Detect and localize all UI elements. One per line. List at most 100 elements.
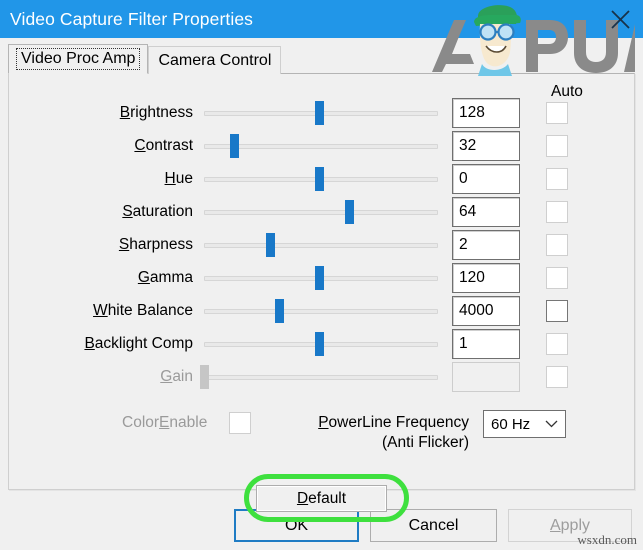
slider-row-label: Sharpness [9, 236, 204, 254]
default-button-key: D [296, 489, 309, 507]
slider-row-label-key: G [160, 367, 173, 385]
slider-track [204, 308, 438, 314]
cancel-button-label: Cancel [408, 516, 459, 534]
auto-checkbox [546, 134, 568, 157]
slider[interactable] [204, 265, 438, 291]
slider[interactable] [204, 166, 438, 192]
tab-strip: Video Proc Amp Camera Control [8, 44, 282, 74]
color-enable-powerline-row: ColorEnable PowerLine Frequency (Anti Fli… [9, 404, 636, 454]
color-enable-label-post: nable [169, 414, 208, 431]
site-watermark: wsxdn.com [577, 532, 637, 547]
value-input[interactable]: 2 [452, 229, 520, 260]
slider-thumb[interactable] [274, 298, 284, 323]
powerline-label-key: P [318, 414, 329, 431]
slider-row-label-key: C [134, 136, 146, 154]
slider-row: Brightness 128 [9, 96, 636, 129]
slider-row: Hue 0 [9, 162, 636, 195]
slider-row: Gamma 120 [9, 261, 636, 294]
color-enable-checkbox[interactable] [229, 412, 251, 434]
value-input[interactable]: 1 [452, 328, 520, 359]
auto-checkbox [546, 233, 568, 256]
tab-video-proc-amp[interactable]: Video Proc Amp [8, 44, 149, 74]
slider-row-label-key: B [119, 103, 131, 121]
color-enable-label-pre: Color [122, 414, 160, 431]
slider-row-label: Gain [9, 368, 204, 386]
slider-thumb[interactable] [230, 133, 240, 158]
value-input[interactable]: 4000 [452, 295, 520, 326]
auto-checkbox [546, 200, 568, 223]
color-enable-label-key: E [159, 414, 170, 431]
slider-row-label-key: S [118, 235, 130, 253]
slider-track [204, 242, 438, 248]
slider[interactable] [204, 100, 438, 126]
value-input[interactable]: 120 [452, 262, 520, 293]
window-title: Video Capture Filter Properties [10, 8, 254, 29]
slider-row-label-post: ontrast [145, 136, 193, 154]
slider-row-label-post: hite Balance [107, 301, 193, 319]
powerline-label-line1: owerLine Frequency [328, 414, 469, 431]
slider-thumb [200, 364, 209, 389]
slider-row-label: Contrast [9, 137, 204, 155]
value-input[interactable]: 0 [452, 163, 520, 194]
auto-checkbox [546, 266, 568, 289]
slider-thumb[interactable] [265, 232, 275, 257]
powerline-frequency-value: 60 Hz [491, 415, 531, 433]
slider-row-label: White Balance [9, 302, 204, 320]
slider-thumb[interactable] [314, 265, 324, 290]
tab-video-proc-amp-label: Video Proc Amp [16, 48, 141, 70]
slider-row: White Balance 4000 [9, 294, 636, 327]
slider-thumb[interactable] [314, 331, 324, 356]
slider-row-label-key: W [93, 301, 108, 319]
slider-row-label-post: harpness [129, 235, 193, 253]
slider-row-label-key: G [137, 268, 150, 286]
video-capture-filter-properties-dialog: Video Capture Filter Properties Video Pr… [0, 0, 643, 550]
slider-row-label-post: rightness [130, 103, 193, 121]
slider-thumb[interactable] [314, 100, 324, 125]
slider-row-label: Hue [9, 170, 204, 188]
slider-row-label-post: aturation [132, 202, 193, 220]
slider-row-label: Saturation [9, 203, 204, 221]
default-button[interactable]: Default [256, 485, 387, 512]
slider-row-label-post: amma [149, 268, 193, 286]
powerline-frequency-select[interactable]: 60 Hz [483, 410, 566, 438]
value-input[interactable]: 64 [452, 196, 520, 227]
auto-checkbox[interactable] [546, 299, 568, 322]
slider [200, 364, 438, 390]
slider[interactable] [204, 232, 438, 258]
slider-row: Gain [9, 360, 636, 393]
slider-row-label: Backlight Comp [9, 335, 204, 353]
chevron-down-icon [545, 418, 558, 430]
slider[interactable] [204, 298, 438, 324]
slider-thumb[interactable] [345, 199, 355, 224]
close-icon[interactable] [597, 0, 643, 38]
tab-camera-control[interactable]: Camera Control [148, 46, 282, 74]
auto-checkbox [546, 101, 568, 124]
auto-checkbox [546, 167, 568, 190]
slider-row-label-post: ain [172, 367, 193, 385]
slider-row-label-post: ue [175, 169, 193, 187]
slider-row-label: Gamma [9, 269, 204, 287]
slider-row-label-key: S [122, 202, 133, 220]
value-input [452, 361, 520, 392]
tab-camera-control-label: Camera Control [158, 51, 272, 69]
powerline-frequency-label: PowerLine Frequency (Anti Flicker) [283, 413, 469, 453]
slider-row-label-key: H [164, 169, 176, 187]
slider-row: Sharpness 2 [9, 228, 636, 261]
default-button-label: efault [308, 489, 347, 507]
auto-checkbox [546, 332, 568, 355]
apply-button-key: A [549, 516, 561, 534]
value-input[interactable]: 32 [452, 130, 520, 161]
slider-row: Saturation 64 [9, 195, 636, 228]
video-proc-amp-panel: Auto Brightness 128 Contrast 32 Hue 0 Saturati… [8, 73, 635, 490]
slider-track [204, 209, 438, 215]
slider[interactable] [204, 331, 438, 357]
value-input[interactable]: 128 [452, 97, 520, 128]
slider-track [204, 374, 438, 380]
slider-thumb[interactable] [314, 166, 324, 191]
slider[interactable] [204, 199, 438, 225]
title-bar: Video Capture Filter Properties [0, 0, 643, 38]
powerline-label-line2: (Anti Flicker) [382, 434, 469, 451]
slider-row-label: Brightness [9, 104, 204, 122]
slider[interactable] [204, 133, 438, 159]
auto-checkbox [546, 365, 568, 388]
